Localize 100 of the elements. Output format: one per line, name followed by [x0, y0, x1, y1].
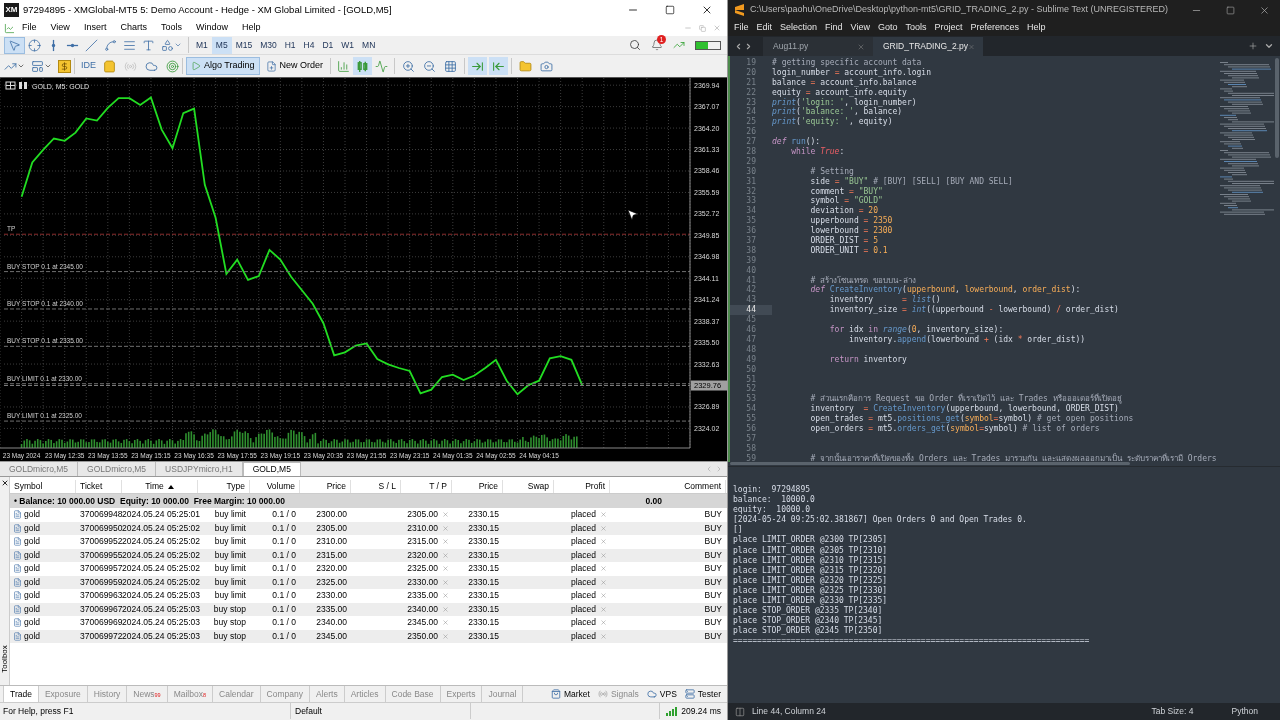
order-line[interactable]	[3, 271, 691, 273]
service-link[interactable]: VPS	[646, 687, 677, 701]
cursor-icon[interactable]	[4, 36, 25, 54]
cloud-icon[interactable]	[145, 59, 158, 73]
column-header[interactable]: Price	[452, 480, 503, 493]
menu-item[interactable]: View	[846, 21, 874, 35]
timeframe-button[interactable]: M15	[231, 36, 257, 54]
column-header[interactable]: Ticket	[76, 480, 122, 493]
remove-icon[interactable]	[442, 551, 449, 559]
column-header[interactable]: Swap	[503, 480, 554, 493]
remove-icon[interactable]	[600, 538, 607, 546]
remove-icon[interactable]	[600, 565, 607, 573]
auto-scroll-icon[interactable]	[468, 57, 488, 75]
candlestick-icon[interactable]	[353, 57, 373, 75]
timeframe-button[interactable]: D1	[318, 36, 338, 54]
chart-window-icon[interactable]	[4, 22, 15, 34]
order-line[interactable]	[3, 345, 691, 347]
folder-icon[interactable]	[519, 59, 533, 73]
zoom-out-icon[interactable]	[423, 59, 437, 73]
algo-trading-button[interactable]: Algo Trading	[186, 57, 260, 75]
toolbox-tab[interactable]: Trade	[3, 686, 39, 702]
order-line[interactable]	[3, 233, 691, 235]
grid-icon[interactable]	[444, 59, 458, 73]
scroll-left-icon[interactable]	[705, 465, 713, 473]
menu-item[interactable]: Charts	[113, 21, 154, 35]
template-icon[interactable]	[31, 59, 44, 73]
menu-item[interactable]: Goto	[873, 21, 902, 35]
remove-icon[interactable]	[600, 551, 607, 559]
remove-icon[interactable]	[442, 578, 449, 586]
panel-toggle-icon[interactable]	[735, 706, 745, 717]
notifications-icon[interactable]	[651, 39, 663, 51]
remove-icon[interactable]	[442, 565, 449, 573]
menu-item[interactable]: Edit	[752, 21, 777, 35]
remove-icon[interactable]	[600, 524, 607, 532]
new-tab-icon[interactable]	[1248, 41, 1258, 51]
menu-item[interactable]: Insert	[76, 21, 114, 35]
chart-tab[interactable]: GOLD,M5	[242, 462, 301, 476]
service-link[interactable]: Tester	[684, 687, 721, 701]
tab-list-icon[interactable]	[1264, 41, 1274, 51]
menu-item[interactable]: Help	[1023, 21, 1050, 35]
menu-item[interactable]: File	[730, 21, 753, 35]
timeframe-button[interactable]: MN	[358, 36, 380, 54]
chart-shift-icon[interactable]	[489, 57, 509, 75]
target-icon[interactable]	[166, 59, 179, 73]
column-header[interactable]: Type	[198, 480, 250, 493]
menu-item[interactable]: View	[43, 21, 77, 35]
order-line[interactable]	[3, 420, 691, 422]
editor-tab[interactable]: Aug11.py	[763, 37, 873, 56]
menu-item[interactable]: Preferences	[966, 21, 1023, 35]
tab-size[interactable]: Tab Size: 4	[1151, 705, 1194, 718]
close-toolbox-icon[interactable]	[0, 479, 9, 487]
column-header[interactable]: T / P	[401, 480, 452, 493]
remove-icon[interactable]	[600, 592, 607, 600]
horizontal-scrollbar[interactable]	[730, 462, 1130, 465]
child-restore-icon[interactable]	[699, 24, 706, 32]
menu-item[interactable]: Find	[821, 21, 847, 35]
remove-icon[interactable]	[600, 511, 607, 519]
menu-item[interactable]: Help	[234, 21, 268, 35]
shopping-bag-icon[interactable]	[103, 59, 116, 73]
play-icon[interactable]	[191, 61, 201, 71]
remove-icon[interactable]	[442, 619, 449, 627]
column-header[interactable]: Price	[300, 480, 351, 493]
camera-icon[interactable]	[540, 59, 554, 73]
scroll-right-icon[interactable]	[715, 465, 723, 473]
close-tab-icon[interactable]	[857, 42, 865, 51]
remove-icon[interactable]	[600, 578, 607, 586]
crosshair-icon[interactable]	[25, 36, 44, 54]
order-line[interactable]	[3, 308, 691, 310]
remove-icon[interactable]	[600, 605, 607, 613]
caret-icon[interactable]	[44, 62, 52, 70]
remove-icon[interactable]	[442, 538, 449, 546]
close-icon[interactable]	[701, 4, 713, 16]
column-header[interactable]: Volume	[250, 480, 300, 493]
remove-icon[interactable]	[442, 605, 449, 613]
new-document-icon[interactable]	[265, 60, 277, 72]
editor-tab[interactable]: GRID_TRADING_2.py	[873, 37, 983, 56]
caret-icon[interactable]	[17, 62, 25, 70]
remove-icon[interactable]	[442, 592, 449, 600]
column-header[interactable]: Symbol	[10, 480, 76, 493]
remove-icon[interactable]	[442, 524, 449, 532]
scrollbar-thumb[interactable]	[1274, 58, 1279, 158]
zoom-in-icon[interactable]	[402, 59, 416, 73]
new-order-button[interactable]: New Order	[261, 57, 328, 75]
timeframe-button[interactable]: M5	[211, 36, 232, 54]
menu-item[interactable]: Project	[930, 21, 967, 35]
menu-item[interactable]: Tools	[153, 21, 189, 35]
timeframe-button[interactable]: M30	[256, 36, 281, 54]
maximize-icon[interactable]	[1226, 5, 1235, 15]
timeframe-button[interactable]: W1	[337, 36, 359, 54]
menu-item[interactable]: Tools	[901, 21, 931, 35]
column-header[interactable]: Comment	[610, 480, 726, 493]
column-header[interactable]: Time	[122, 480, 198, 493]
syntax-mode[interactable]: Python	[1231, 705, 1258, 718]
timeframe-button[interactable]: M1	[192, 36, 212, 54]
chart-menu-icon[interactable]	[5, 81, 16, 90]
timeframe-button[interactable]: H1	[280, 36, 300, 54]
column-header[interactable]: Profit	[554, 480, 610, 493]
ide-button[interactable]: IDE	[78, 59, 99, 73]
remove-icon[interactable]	[442, 632, 449, 640]
remove-icon[interactable]	[600, 619, 607, 627]
